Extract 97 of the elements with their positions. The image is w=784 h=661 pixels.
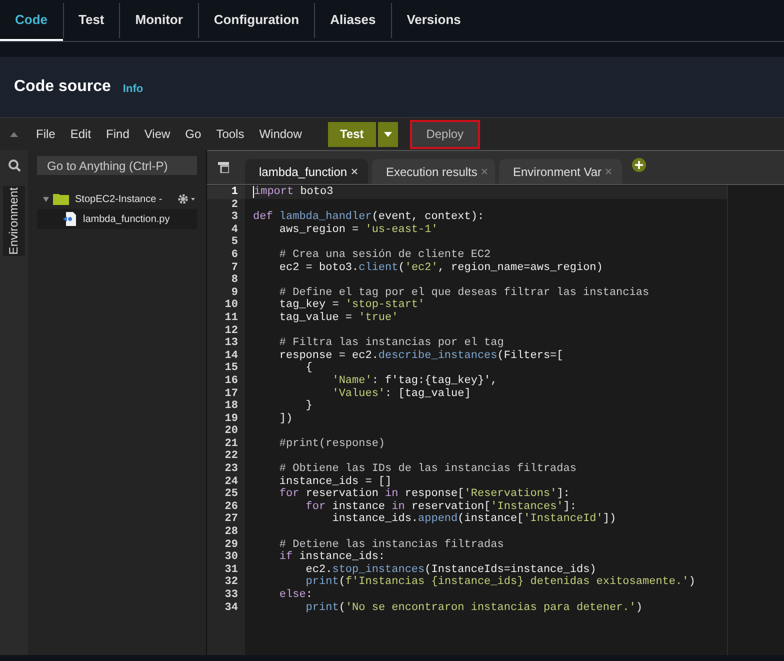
code-line: for reservation in response['Reservations']: [278,488,570,500]
code-line: 'Values': [tag_value] [331,388,471,400]
tree-item[interactable]: lambda_function.py [37,209,197,229]
menu-item[interactable]: Edit [70,125,92,143]
expand-arrow-icon[interactable] [43,196,51,202]
line-number: 9 [230,286,239,300]
line-number: 14 [224,350,239,362]
line-number: 32 [224,576,239,589]
line-number: 4 [230,224,239,236]
tab-list-icon[interactable] [218,162,229,173]
section-title: Code source [14,77,111,97]
code-line: ec2 = boto3.client('ec2', region_name=aws_region) [278,262,603,274]
code-line: } [304,400,312,412]
line-number: 7 [230,262,239,274]
code-line: 'Name': f'tag:{tag_key}', [331,374,498,387]
line-number: 34 [224,602,239,614]
menu-item[interactable]: Tools [216,125,244,143]
line-number: 30 [224,551,239,564]
line-number: 15 [224,362,239,375]
line-number: 20 [224,425,239,438]
settings-icon[interactable] [177,193,195,205]
add-tab-icon[interactable] [632,158,646,172]
folder-icon [53,193,69,205]
code-line: instance_ids = [] [278,476,392,488]
line-number: 1 [207,186,245,199]
search-icon[interactable] [8,159,20,172]
editor-tab[interactable]: Environment Var [499,159,622,184]
line-number: 10 [224,299,239,312]
code-line: ec2.stop_instances(InstanceIds=instance_ids) [304,564,596,576]
line-number: 11 [224,312,239,325]
info-link[interactable]: Info [122,80,144,98]
menu-item[interactable]: View [144,125,170,143]
line-number: 29 [224,538,239,552]
environment-panel-tab[interactable]: Environment [3,186,25,256]
code-line: # Filtra las instancias por el tag [278,337,504,350]
line-number: 13 [224,337,239,350]
close-icon[interactable] [351,168,358,175]
line-number: 33 [224,589,239,602]
menu-item[interactable]: File [36,125,56,143]
code-line: else: [278,589,312,601]
line-number: 16 [224,374,239,388]
line-number: 27 [224,513,239,526]
tab[interactable]: Aliases [315,0,391,41]
line-number: 12 [224,324,239,338]
menu-item[interactable]: Find [106,125,130,143]
line-number: 8 [230,274,239,287]
line-number: 19 [224,412,239,426]
code-line: # Obtiene las IDs de las instancias filtradas [278,463,576,476]
search-field[interactable]: Go to Anything (Ctrl-P) [37,156,197,175]
line-number: 25 [224,488,239,501]
editor-tab[interactable]: Execution results [372,159,495,184]
python-file-icon [63,212,77,226]
file-name: lambda_function.py [83,212,170,226]
line-number: 23 [224,463,239,476]
line-number: 28 [224,526,239,539]
code-line: # Detiene las instancias filtradas [278,538,504,551]
test-button[interactable]: Test [328,122,376,146]
menu-item[interactable]: Window [259,125,302,143]
line-number: 21 [224,438,239,450]
code-line: import boto3 [253,186,334,198]
code-line: print(f'Instancias {instance_ids} detenidas exitosamente.') [305,576,696,588]
line-number: 24 [224,476,239,488]
line-number: 18 [224,400,239,413]
tab[interactable]: Test [64,0,120,41]
code-line: ]) [278,412,293,425]
editor-tab[interactable]: lambda_function [245,159,368,184]
code-line: print('No se encontraron instancias para detener.') [304,602,642,614]
code-line: response = ec2.describe_instances(Filters=[ [278,350,564,362]
line-number: 3 [230,211,239,224]
code-line: def lambda_handler(event, context): [253,211,484,224]
line-number: 5 [230,236,239,249]
code-line: aws_region = 'us-east-1' [278,224,438,236]
line-number: 26 [224,500,239,514]
deploy-button[interactable]: Deploy [410,120,480,148]
test-dropdown-button[interactable] [378,122,398,146]
line-number: 2 [230,198,239,212]
code-line: tag_value = 'true' [278,312,398,324]
line-number: 17 [224,388,239,400]
code-line: if instance_ids: [278,551,386,564]
tree-item[interactable]: StopEC2-Instance - [37,189,197,209]
folder-name: StopEC2-Instance - [75,192,162,206]
tab[interactable]: Configuration [198,0,314,41]
tab[interactable]: Versions [392,0,476,41]
code-line: { [304,362,312,374]
code-line: # Define el tag por el que deseas filtrar las instancias [278,286,650,299]
line-number: 22 [224,450,239,464]
collapse-icon[interactable] [10,132,18,136]
line-number: 31 [224,564,239,576]
code-line: #print(response) [278,438,386,450]
code-line: instance_ids.append(instance['InstanceId']) [331,513,616,526]
code-line: for instance in reservation['Instances']: [304,500,576,513]
tab[interactable]: Monitor [120,0,198,41]
code-line: # Crea una sesión de cliente EC2 [278,248,491,261]
menu-item[interactable]: Go [185,125,202,143]
caret-icon [384,132,392,136]
code-line: tag_key = 'stop-start' [278,299,425,312]
line-number: 6 [230,248,239,262]
